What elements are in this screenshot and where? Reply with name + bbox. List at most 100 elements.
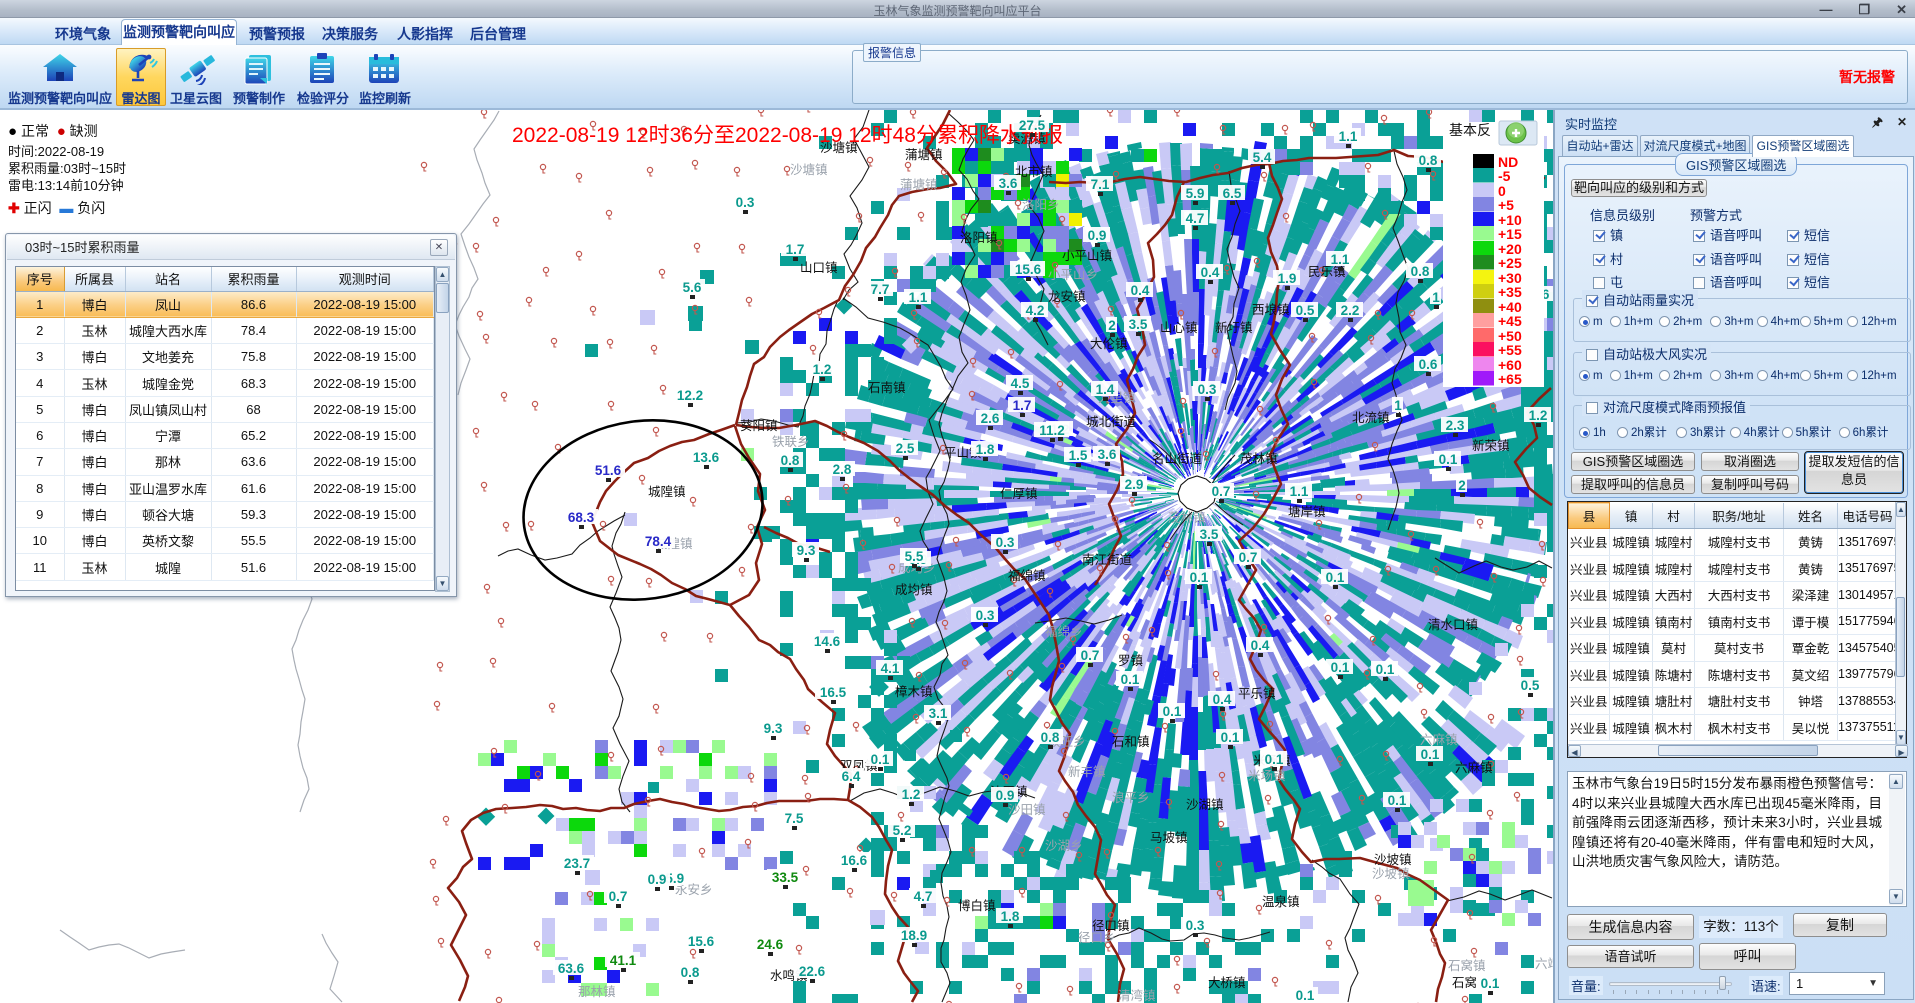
svg-text:新圩镇: 新圩镇 xyxy=(1215,320,1253,335)
svg-text:城北街道: 城北街道 xyxy=(1086,415,1137,429)
svg-text:蒲塘镇: 蒲塘镇 xyxy=(900,177,938,192)
svg-text:小平山乡: 小平山乡 xyxy=(1048,268,1098,282)
svg-text:0.4: 0.4 xyxy=(1131,283,1150,298)
svg-text:15.6: 15.6 xyxy=(688,934,715,949)
svg-text:23.7: 23.7 xyxy=(564,856,590,871)
svg-text:六麻镇: 六麻镇 xyxy=(1455,760,1493,775)
svg-text:0.1: 0.1 xyxy=(1331,660,1350,675)
svg-text:山口镇: 山口镇 xyxy=(800,261,838,275)
svg-text:西埌镇: 西埌镇 xyxy=(1252,302,1290,317)
svg-text:0.8: 0.8 xyxy=(781,453,800,468)
svg-text:9.3: 9.3 xyxy=(764,721,783,736)
svg-text:4.7: 4.7 xyxy=(1186,211,1205,226)
svg-text:平乐镇: 平乐镇 xyxy=(1238,687,1276,701)
svg-text:5.5: 5.5 xyxy=(905,549,924,564)
svg-text:0.1: 0.1 xyxy=(1326,570,1345,585)
svg-text:铁联乡: 铁联乡 xyxy=(772,435,810,449)
svg-text:0.3: 0.3 xyxy=(736,195,755,210)
svg-text:塘岸镇: 塘岸镇 xyxy=(1288,504,1326,519)
svg-text:1.9: 1.9 xyxy=(1278,271,1297,286)
svg-text:福绵乡: 福绵乡 xyxy=(1045,624,1083,639)
svg-text:+65: +65 xyxy=(1498,371,1522,387)
svg-text:基本反: 基本反 xyxy=(1449,122,1491,138)
svg-text:大桥镇: 大桥镇 xyxy=(1208,976,1246,990)
svg-text:沙坡镇: 沙坡镇 xyxy=(1374,853,1412,867)
svg-text:清湾镇: 清湾镇 xyxy=(1118,988,1156,1003)
svg-text:2: 2 xyxy=(1458,478,1466,493)
svg-text:13.6: 13.6 xyxy=(693,450,720,465)
svg-text:洛阳镇: 洛阳镇 xyxy=(960,230,998,245)
svg-text:径口乡: 径口乡 xyxy=(1078,931,1116,945)
svg-text:5.6: 5.6 xyxy=(683,280,702,295)
svg-text:7.5: 7.5 xyxy=(785,811,804,826)
svg-text:6.5: 6.5 xyxy=(1223,186,1242,201)
svg-text:+25: +25 xyxy=(1498,255,1522,271)
svg-text:0.1: 0.1 xyxy=(1388,793,1407,808)
svg-text:沙湖镇: 沙湖镇 xyxy=(1186,797,1224,812)
svg-text:沙坡镇: 沙坡镇 xyxy=(1372,867,1410,881)
svg-text:68.3: 68.3 xyxy=(568,510,595,525)
svg-text:龙安镇: 龙安镇 xyxy=(1048,289,1086,304)
svg-text:0.7: 0.7 xyxy=(609,889,628,904)
svg-text:1.1: 1.1 xyxy=(1331,252,1350,267)
svg-text:沙田镇: 沙田镇 xyxy=(1008,803,1046,817)
svg-text:0.1: 0.1 xyxy=(1221,730,1240,745)
svg-text:0.1: 0.1 xyxy=(1190,570,1209,585)
svg-text:1.2: 1.2 xyxy=(1529,408,1548,423)
svg-text:那林镇: 那林镇 xyxy=(578,985,616,999)
svg-text:0.1: 0.1 xyxy=(1376,662,1395,677)
svg-text:2.8: 2.8 xyxy=(833,462,852,477)
svg-text:0.9: 0.9 xyxy=(996,788,1015,803)
svg-text:1: 1 xyxy=(1394,398,1402,413)
svg-text:2.2: 2.2 xyxy=(1341,303,1360,318)
svg-text:78.4: 78.4 xyxy=(645,534,672,549)
svg-text:城隍镇: 城隍镇 xyxy=(648,485,686,499)
svg-text:3.6: 3.6 xyxy=(999,176,1018,191)
svg-text:石窝镇: 石窝镇 xyxy=(1448,958,1486,973)
svg-text:2022-08-19 12时36分至2022-08-19 1: 2022-08-19 12时36分至2022-08-19 12时48分累积降水预… xyxy=(512,124,1063,147)
svg-text:马坡镇: 马坡镇 xyxy=(1150,831,1188,845)
svg-text:新荣镇: 新荣镇 xyxy=(1472,438,1510,453)
svg-text:石和镇: 石和镇 xyxy=(1112,735,1150,749)
svg-text:15.6: 15.6 xyxy=(1015,262,1042,277)
svg-text:24.6: 24.6 xyxy=(757,937,784,952)
svg-text:南江街道: 南江街道 xyxy=(1082,552,1133,567)
svg-text:0.5: 0.5 xyxy=(1521,678,1540,693)
svg-text:3.1: 3.1 xyxy=(929,706,948,721)
svg-text:51.6: 51.6 xyxy=(595,463,622,478)
svg-text:0.1: 0.1 xyxy=(1421,747,1440,762)
svg-text:3.5: 3.5 xyxy=(1129,317,1148,332)
svg-text:4.2: 4.2 xyxy=(1026,303,1045,318)
svg-text:2.6: 2.6 xyxy=(981,411,1000,426)
svg-text:六靖镇: 六靖镇 xyxy=(1535,957,1553,971)
svg-text:0.8: 0.8 xyxy=(1419,153,1438,168)
svg-text:0.1: 0.1 xyxy=(1296,988,1315,1003)
svg-text:石窝: 石窝 xyxy=(1452,975,1477,990)
svg-text:6.4: 6.4 xyxy=(842,769,861,784)
svg-text:16.5: 16.5 xyxy=(820,685,847,700)
svg-text:新丰镇: 新丰镇 xyxy=(1068,764,1106,779)
svg-text:1.1: 1.1 xyxy=(909,290,928,305)
svg-text:2: 2 xyxy=(1108,318,1116,333)
svg-text:0.4: 0.4 xyxy=(1201,265,1220,280)
svg-text:蒲塘镇: 蒲塘镇 xyxy=(905,147,943,162)
svg-text:0.1: 0.1 xyxy=(1265,752,1284,767)
svg-text:0.1: 0.1 xyxy=(871,752,890,767)
svg-text:0.1: 0.1 xyxy=(1481,976,1500,991)
svg-text:7.7: 7.7 xyxy=(871,282,890,297)
svg-text:洛阳乡: 洛阳乡 xyxy=(1022,197,1060,212)
svg-text:+45: +45 xyxy=(1498,313,1522,329)
svg-text:0.1: 0.1 xyxy=(1121,672,1140,687)
svg-text:0.8: 0.8 xyxy=(1041,730,1060,745)
svg-text:成均镇: 成均镇 xyxy=(895,583,933,597)
svg-text:41.1: 41.1 xyxy=(610,953,637,968)
svg-text:5.4: 5.4 xyxy=(1253,150,1272,165)
svg-text:2.3: 2.3 xyxy=(1446,418,1465,433)
svg-text:18.9: 18.9 xyxy=(901,928,927,943)
svg-text:3.5: 3.5 xyxy=(1200,527,1219,542)
svg-text:12.2: 12.2 xyxy=(677,388,703,403)
svg-text:0.3: 0.3 xyxy=(996,535,1015,550)
svg-text:33.5: 33.5 xyxy=(772,870,799,885)
svg-text:5.9: 5.9 xyxy=(1186,186,1205,201)
svg-text:1.7: 1.7 xyxy=(1013,398,1032,413)
